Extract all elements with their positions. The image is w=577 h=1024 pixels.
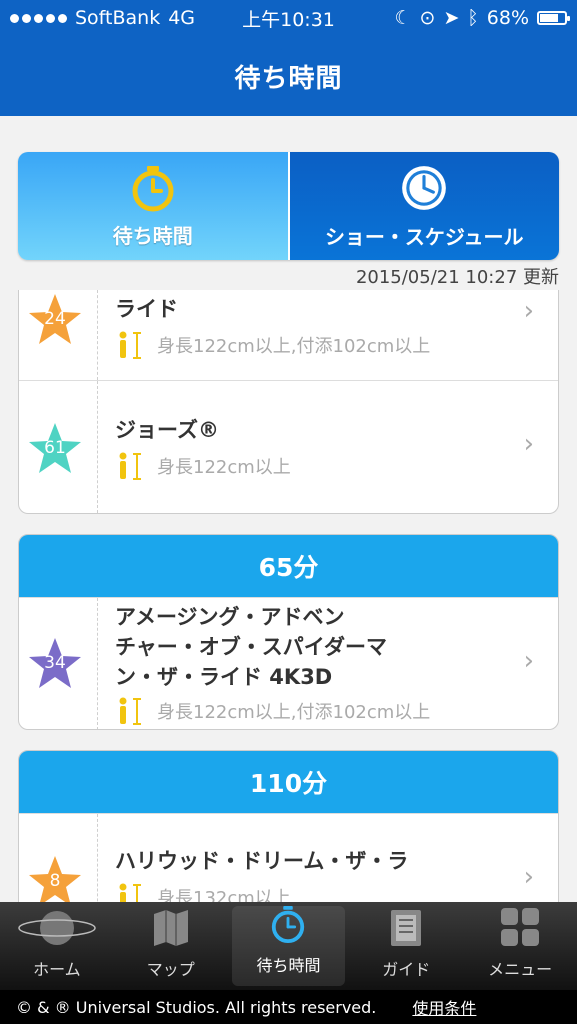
star-badge: 24: [27, 292, 83, 346]
moon-icon: ☾: [394, 7, 412, 29]
tab-home-label: ホーム: [33, 960, 81, 979]
footer: © & ® Universal Studios. All rights rese…: [0, 990, 577, 1024]
guide-book-icon: [391, 910, 422, 946]
attraction-name: ライド: [115, 294, 498, 324]
tab-guide[interactable]: ガイド: [349, 902, 463, 990]
attraction-row[interactable]: 34 アメージング・アドベン チャー・オブ・スパイダーマ ン・ザ・ライド 4K3…: [19, 597, 558, 729]
attraction-row[interactable]: 61 ジョーズ® 身長122cm以上 ›: [19, 380, 558, 513]
attraction-number: 8: [49, 871, 61, 891]
location-icon: ➤: [443, 7, 460, 29]
tab-map[interactable]: マップ: [114, 902, 228, 990]
wait-card: 24 ライド 身長122cm以上,付添102cm以上 › 61 ジョーズ® 身長…: [18, 290, 559, 514]
carrier-label: SoftBank: [75, 7, 161, 29]
stopwatch-icon: [272, 906, 305, 944]
attraction-number: 24: [44, 309, 66, 329]
attraction-name: ハリウッド・ドリーム・ザ・ラ: [115, 846, 498, 876]
battery-icon: [537, 11, 570, 25]
clock-icon: [402, 165, 447, 210]
height-requirement-text: 身長122cm以上,付添102cm以上: [157, 702, 431, 723]
chevron-right-icon: ›: [523, 296, 534, 326]
attraction-row[interactable]: 24 ライド 身長122cm以上,付添102cm以上 ›: [19, 290, 558, 380]
height-requirement-icon: [119, 697, 141, 725]
tab-menu-label: メニュー: [488, 960, 553, 979]
attraction-name-line: ハリウッド・ドリーム・ザ・ラ: [115, 849, 409, 873]
chevron-right-icon: ›: [523, 429, 534, 459]
height-requirement: 身長122cm以上: [115, 451, 291, 481]
attraction-name-line: チャー・オブ・スパイダーマ: [115, 635, 387, 659]
network-label: 4G: [168, 7, 196, 29]
tab-guide-label: ガイド: [382, 960, 431, 979]
stopwatch-icon: [132, 165, 174, 211]
height-requirement-icon: [119, 452, 141, 480]
tab-show-schedule-label: ショー・スケジュール: [324, 224, 524, 249]
height-requirement-text: 身長122cm以上: [157, 457, 291, 478]
attraction-number: 34: [44, 653, 66, 673]
map-icon: [153, 910, 188, 946]
chevron-right-icon: ›: [523, 646, 534, 676]
star-badge: 8: [27, 854, 83, 908]
status-left: SoftBank 4G: [10, 7, 195, 29]
nav-bar: 待ち時間: [0, 36, 577, 116]
height-requirement-icon: [119, 331, 141, 359]
tab-wait-times[interactable]: 待ち時間: [18, 152, 290, 260]
chevron-right-icon: ›: [523, 862, 534, 892]
attraction-number: 61: [44, 438, 66, 458]
battery-label: 68%: [486, 7, 529, 29]
status-right: ☾ ⊙ ➤ ᛒ 68%: [394, 7, 570, 29]
wait-time-header: 110分: [19, 751, 558, 813]
tab-wait-times-label: 待ち時間: [112, 223, 193, 248]
height-requirement: 身長122cm以上,付添102cm以上: [115, 330, 430, 360]
star-badge: 34: [27, 636, 83, 690]
attraction-name: アメージング・アドベン チャー・オブ・スパイダーマ ン・ザ・ライド 4K3D: [115, 602, 498, 692]
tab-bar: ホーム マップ 待ち時間 ガイド メニュー: [0, 902, 577, 990]
star-badge: 61: [27, 421, 83, 475]
globe-logo-icon: [18, 911, 96, 945]
height-requirement-text: 身長122cm以上,付添102cm以上: [157, 336, 431, 357]
updated-timestamp: 2015/05/21 10:27 更新: [355, 267, 559, 288]
attraction-name-line: ライド: [115, 297, 178, 321]
bluetooth-icon: ᛒ: [467, 7, 479, 29]
tab-map-label: マップ: [146, 960, 195, 979]
terms-link[interactable]: 使用条件: [412, 995, 476, 1019]
wait-card: 65分 34 アメージング・アドベン チャー・オブ・スパイダーマ ン・ザ・ライド…: [18, 534, 559, 730]
page-title: 待ち時間: [234, 63, 343, 94]
height-requirement: 身長122cm以上,付添102cm以上: [115, 696, 430, 726]
grid-menu-icon: [501, 908, 540, 946]
rotation-lock-icon: ⊙: [419, 7, 436, 29]
tab-wait-times-nav[interactable]: 待ち時間: [231, 906, 346, 986]
tab-home[interactable]: ホーム: [0, 902, 114, 990]
signal-icon: [10, 13, 67, 23]
attraction-name-line: ン・ザ・ライド 4K3D: [115, 665, 333, 689]
tab-show-schedule[interactable]: ショー・スケジュール: [289, 152, 559, 260]
status-bar: SoftBank 4G 上午10:31 ☾ ⊙ ➤ ᛒ 68%: [0, 0, 577, 36]
copyright-text: © & ® Universal Studios. All rights rese…: [16, 997, 377, 1017]
segmented-control: 待ち時間 ショー・スケジュール: [18, 152, 559, 260]
attraction-name-line: ジョーズ®: [115, 418, 219, 442]
attraction-name: ジョーズ®: [115, 415, 498, 445]
attraction-name-line: アメージング・アドベン: [115, 605, 345, 629]
tab-menu[interactable]: メニュー: [463, 902, 577, 990]
wait-time-header: 65分: [19, 535, 558, 597]
tab-wait-times-nav-label: 待ち時間: [256, 956, 321, 975]
